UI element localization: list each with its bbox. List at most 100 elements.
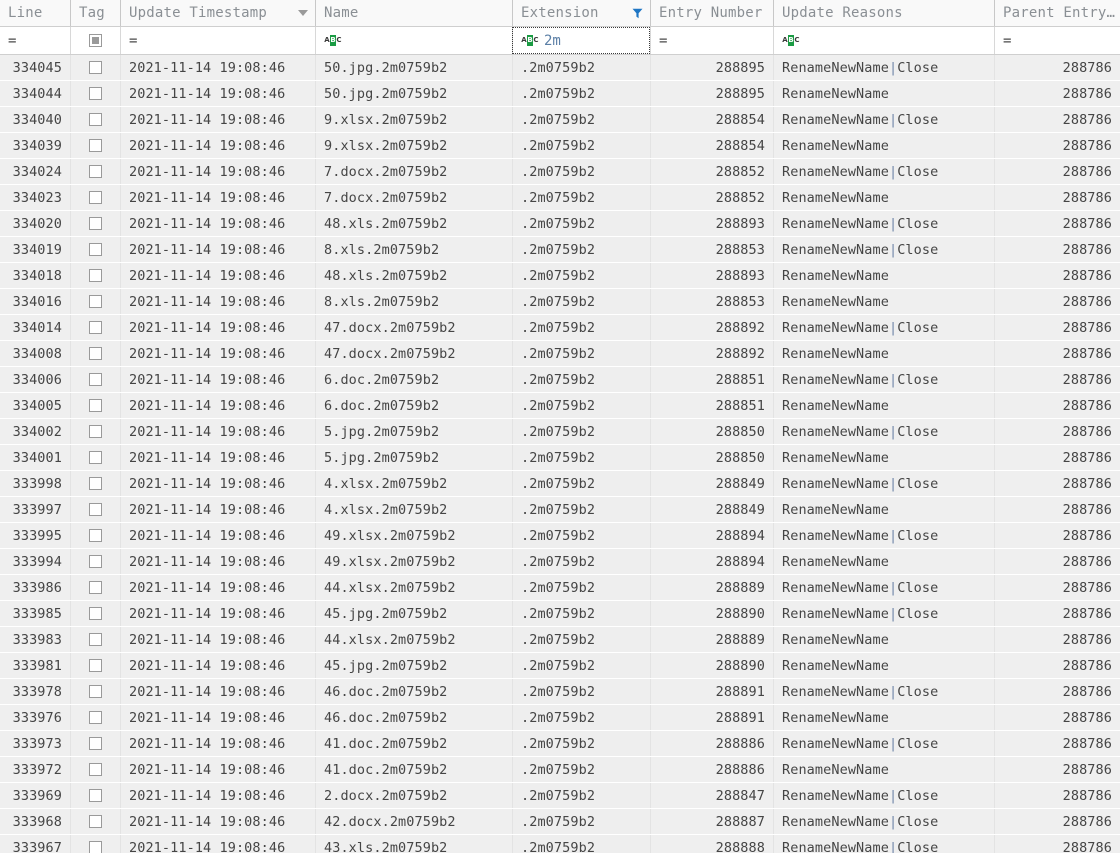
filter-cell-extension[interactable]: ABC 2m	[512, 27, 650, 54]
cell-tag[interactable]	[70, 523, 120, 548]
filter-cell-tag[interactable]	[70, 27, 120, 54]
table-row[interactable]: 334039 2021-11-14 19:08:46 9.xlsx.2m0759b2…	[0, 133, 1120, 159]
row-checkbox[interactable]	[89, 243, 102, 256]
table-row[interactable]: 333997 2021-11-14 19:08:46 4.xlsx.2m0759b2…	[0, 497, 1120, 523]
row-checkbox[interactable]	[89, 425, 102, 438]
table-row[interactable]: 334001 2021-11-14 19:08:46 5.jpg.2m0759b2.…	[0, 445, 1120, 471]
cell-tag[interactable]	[70, 107, 120, 132]
table-row[interactable]: 334014 2021-11-14 19:08:46 47.docx.2m0759b…	[0, 315, 1120, 341]
cell-tag[interactable]	[70, 731, 120, 756]
checkbox-indeterminate-icon[interactable]	[89, 34, 102, 47]
cell-tag[interactable]	[70, 185, 120, 210]
table-row[interactable]: 333981 2021-11-14 19:08:46 45.jpg.2m0759b2…	[0, 653, 1120, 679]
table-row[interactable]: 333985 2021-11-14 19:08:46 45.jpg.2m0759b2…	[0, 601, 1120, 627]
table-row[interactable]: 333994 2021-11-14 19:08:46 49.xlsx.2m0759b…	[0, 549, 1120, 575]
cell-tag[interactable]	[70, 653, 120, 678]
row-checkbox[interactable]	[89, 607, 102, 620]
row-checkbox[interactable]	[89, 659, 102, 672]
row-checkbox[interactable]	[89, 321, 102, 334]
cell-tag[interactable]	[70, 809, 120, 834]
column-header-line[interactable]: Line	[0, 0, 70, 26]
row-checkbox[interactable]	[89, 633, 102, 646]
row-checkbox[interactable]	[89, 347, 102, 360]
cell-tag[interactable]	[70, 211, 120, 236]
cell-tag[interactable]	[70, 757, 120, 782]
cell-tag[interactable]	[70, 133, 120, 158]
column-header-entry-number[interactable]: Entry Number	[650, 0, 773, 26]
table-row[interactable]: 333978 2021-11-14 19:08:46 46.doc.2m0759b2…	[0, 679, 1120, 705]
row-checkbox[interactable]	[89, 113, 102, 126]
table-row[interactable]: 333969 2021-11-14 19:08:46 2.docx.2m0759b2…	[0, 783, 1120, 809]
row-checkbox[interactable]	[89, 711, 102, 724]
cell-tag[interactable]	[70, 601, 120, 626]
table-row[interactable]: 333998 2021-11-14 19:08:46 4.xlsx.2m0759b2…	[0, 471, 1120, 497]
filter-cell-entry-number[interactable]: =	[650, 27, 773, 54]
row-checkbox[interactable]	[89, 87, 102, 100]
row-checkbox[interactable]	[89, 477, 102, 490]
cell-tag[interactable]	[70, 627, 120, 652]
table-row[interactable]: 334018 2021-11-14 19:08:46 48.xls.2m0759b2…	[0, 263, 1120, 289]
cell-tag[interactable]	[70, 705, 120, 730]
cell-tag[interactable]	[70, 419, 120, 444]
row-checkbox[interactable]	[89, 295, 102, 308]
cell-tag[interactable]	[70, 315, 120, 340]
row-checkbox[interactable]	[89, 529, 102, 542]
filter-cell-update-reasons[interactable]: ABC	[773, 27, 994, 54]
table-row[interactable]: 333967 2021-11-14 19:08:46 43.xls.2m0759b2…	[0, 835, 1120, 853]
column-header-update-reasons[interactable]: Update Reasons	[773, 0, 994, 26]
table-row[interactable]: 334024 2021-11-14 19:08:46 7.docx.2m0759b2…	[0, 159, 1120, 185]
row-checkbox[interactable]	[89, 737, 102, 750]
row-checkbox[interactable]	[89, 399, 102, 412]
row-checkbox[interactable]	[89, 503, 102, 516]
column-header-extension[interactable]: Extension	[512, 0, 650, 26]
filter-cell-line[interactable]: =	[0, 27, 70, 54]
table-row[interactable]: 333976 2021-11-14 19:08:46 46.doc.2m0759b2…	[0, 705, 1120, 731]
grid-body[interactable]: 334045 2021-11-14 19:08:46 50.jpg.2m0759b2…	[0, 55, 1120, 853]
row-checkbox[interactable]	[89, 191, 102, 204]
cell-tag[interactable]	[70, 237, 120, 262]
table-row[interactable]: 334023 2021-11-14 19:08:46 7.docx.2m0759b2…	[0, 185, 1120, 211]
cell-tag[interactable]	[70, 81, 120, 106]
cell-tag[interactable]	[70, 679, 120, 704]
table-row[interactable]: 333995 2021-11-14 19:08:46 49.xlsx.2m0759b…	[0, 523, 1120, 549]
cell-tag[interactable]	[70, 497, 120, 522]
column-header-update-timestamp[interactable]: Update Timestamp	[120, 0, 315, 26]
filter-cell-update-timestamp[interactable]: =	[120, 27, 315, 54]
row-checkbox[interactable]	[89, 555, 102, 568]
cell-tag[interactable]	[70, 289, 120, 314]
table-row[interactable]: 334045 2021-11-14 19:08:46 50.jpg.2m0759b2…	[0, 55, 1120, 81]
row-checkbox[interactable]	[89, 217, 102, 230]
filter-funnel-icon[interactable]	[632, 8, 643, 19]
table-row[interactable]: 334002 2021-11-14 19:08:46 5.jpg.2m0759b2.…	[0, 419, 1120, 445]
column-header-parent-entry[interactable]: Parent Entry…	[994, 0, 1120, 26]
row-checkbox[interactable]	[89, 61, 102, 74]
table-row[interactable]: 334020 2021-11-14 19:08:46 48.xls.2m0759b2…	[0, 211, 1120, 237]
table-row[interactable]: 334040 2021-11-14 19:08:46 9.xlsx.2m0759b2…	[0, 107, 1120, 133]
table-row[interactable]: 333973 2021-11-14 19:08:46 41.doc.2m0759b2…	[0, 731, 1120, 757]
filter-cell-name[interactable]: ABC	[315, 27, 512, 54]
cell-tag[interactable]	[70, 263, 120, 288]
cell-tag[interactable]	[70, 159, 120, 184]
cell-tag[interactable]	[70, 471, 120, 496]
table-row[interactable]: 333986 2021-11-14 19:08:46 44.xlsx.2m0759b…	[0, 575, 1120, 601]
table-row[interactable]: 334008 2021-11-14 19:08:46 47.docx.2m0759b…	[0, 341, 1120, 367]
row-checkbox[interactable]	[89, 373, 102, 386]
column-header-tag[interactable]: Tag	[70, 0, 120, 26]
table-row[interactable]: 334016 2021-11-14 19:08:46 8.xls.2m0759b2.…	[0, 289, 1120, 315]
table-row[interactable]: 333972 2021-11-14 19:08:46 41.doc.2m0759b2…	[0, 757, 1120, 783]
table-row[interactable]: 334044 2021-11-14 19:08:46 50.jpg.2m0759b2…	[0, 81, 1120, 107]
table-row[interactable]: 333968 2021-11-14 19:08:46 42.docx.2m0759b…	[0, 809, 1120, 835]
row-checkbox[interactable]	[89, 269, 102, 282]
cell-tag[interactable]	[70, 55, 120, 80]
cell-tag[interactable]	[70, 341, 120, 366]
row-checkbox[interactable]	[89, 451, 102, 464]
row-checkbox[interactable]	[89, 815, 102, 828]
row-checkbox[interactable]	[89, 763, 102, 776]
row-checkbox[interactable]	[89, 789, 102, 802]
cell-tag[interactable]	[70, 835, 120, 853]
cell-tag[interactable]	[70, 393, 120, 418]
cell-tag[interactable]	[70, 549, 120, 574]
cell-tag[interactable]	[70, 445, 120, 470]
cell-tag[interactable]	[70, 783, 120, 808]
table-row[interactable]: 334005 2021-11-14 19:08:46 6.doc.2m0759b2.…	[0, 393, 1120, 419]
